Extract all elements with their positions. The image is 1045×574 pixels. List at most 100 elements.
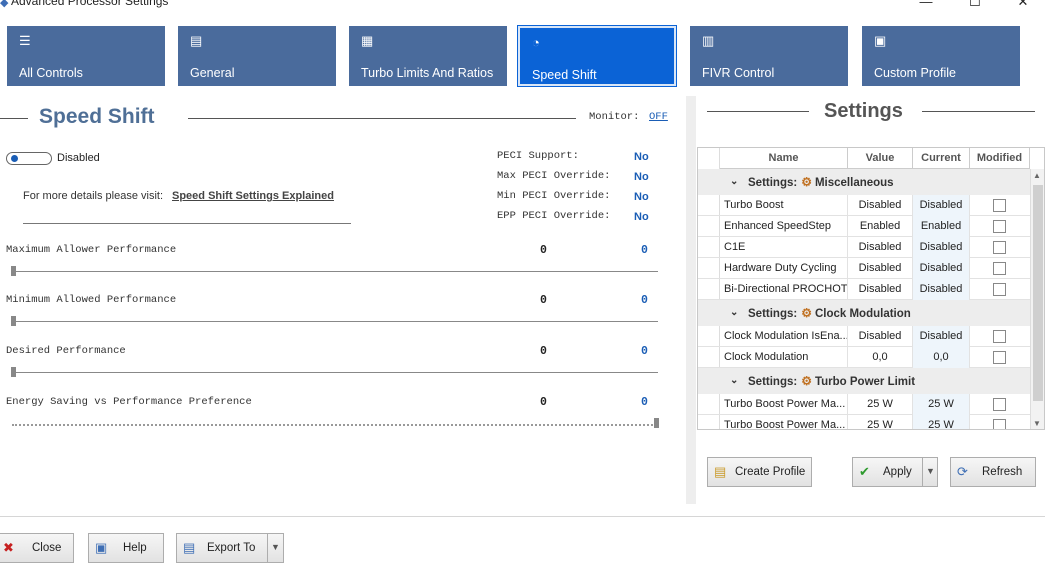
chevron-down-icon[interactable]: ⌄: [730, 169, 738, 195]
table-row[interactable]: Clock Modulation IsEna... Disabled Disable…: [698, 326, 1030, 347]
modified-checkbox[interactable]: [993, 199, 1006, 212]
setting-name: Enhanced SpeedStep: [724, 216, 848, 237]
close-window-button[interactable]: ✕: [1003, 0, 1043, 10]
table-row[interactable]: Hardware Duty Cycling Disabled Disabled: [698, 258, 1030, 279]
refresh-icon: ⟳: [957, 464, 968, 479]
peci-value: No: [634, 211, 649, 223]
setting-value[interactable]: Disabled: [848, 326, 913, 347]
group-header[interactable]: ⌄ Settings: ⚙ Clock Modulation: [698, 300, 1030, 326]
modified-checkbox[interactable]: [993, 398, 1006, 411]
slider-thumb[interactable]: [11, 367, 16, 377]
slider-label: Minimum Allowed Performance: [6, 294, 177, 306]
group-header[interactable]: ⌄ Settings: ⚙ Turbo Power Limit: [698, 368, 1030, 394]
column-header-current[interactable]: Current: [913, 148, 970, 169]
close-icon: ✖: [3, 540, 14, 555]
tab-speed-shift[interactable]: ◔ Speed Shift: [517, 25, 677, 87]
close-button[interactable]: ✖ Close: [0, 533, 74, 563]
slider-track[interactable]: [12, 372, 658, 373]
setting-value[interactable]: Disabled: [848, 237, 913, 258]
settings-grid: Name Value Current Modified ⌄ Settings: ⚙ M…: [697, 147, 1045, 430]
setting-value[interactable]: Disabled: [848, 195, 913, 216]
monitor-toggle-link[interactable]: OFF: [649, 111, 668, 123]
setting-modified: [970, 279, 1030, 300]
slider-label: Desired Performance: [6, 345, 126, 357]
setting-value[interactable]: 25 W: [848, 394, 913, 415]
setting-value[interactable]: 25 W: [848, 415, 913, 429]
group-title: Settings: ⚙ Turbo Power Limit: [748, 368, 915, 395]
speed-shift-toggle[interactable]: [6, 152, 52, 165]
slider-track[interactable]: [12, 321, 658, 322]
setting-value[interactable]: Enabled: [848, 216, 913, 237]
export-icon: ▤: [183, 540, 196, 555]
slider-track[interactable]: [12, 424, 656, 427]
slider-track[interactable]: [12, 271, 658, 272]
chevron-down-icon[interactable]: ⌄: [730, 368, 738, 394]
monitor-label: Monitor:: [589, 111, 640, 123]
setting-modified: [970, 258, 1030, 279]
divider: [23, 223, 351, 224]
setting-modified: [970, 326, 1030, 347]
table-row[interactable]: C1E Disabled Disabled: [698, 237, 1030, 258]
setting-current: Disabled: [913, 195, 970, 216]
setting-value[interactable]: Disabled: [848, 279, 913, 300]
setting-value[interactable]: Disabled: [848, 258, 913, 279]
modified-checkbox[interactable]: [993, 351, 1006, 364]
group-title: Settings: ⚙ Clock Modulation: [748, 300, 911, 327]
group-header[interactable]: ⌄ Settings: ⚙ Miscellaneous: [698, 169, 1030, 195]
slider-thumb[interactable]: [11, 316, 16, 326]
table-row[interactable]: Turbo Boost Power Ma... 25 W 25 W: [698, 415, 1030, 429]
tab-custom-profile[interactable]: ▣ Custom Profile: [862, 26, 1020, 86]
create-profile-button[interactable]: ▤ Create Profile: [707, 457, 812, 487]
help-button[interactable]: ▣ Help: [88, 533, 164, 563]
chevron-down-icon[interactable]: ⌄: [730, 300, 738, 326]
group-title: Settings: ⚙ Miscellaneous: [748, 169, 894, 196]
profile-icon: ▣: [874, 33, 887, 48]
apply-label: Apply: [883, 466, 912, 478]
table-row[interactable]: Clock Modulation 0,0 0,0: [698, 347, 1030, 368]
section-divider: [0, 118, 28, 119]
tab-turbo-limits-and-ratios[interactable]: ▦ Turbo Limits And Ratios: [349, 26, 507, 86]
tab-all-controls[interactable]: ☰ All Controls: [7, 26, 165, 86]
setting-name: Clock Modulation IsEna...: [724, 326, 848, 347]
modified-checkbox[interactable]: [993, 220, 1006, 233]
slider-value: 0: [540, 244, 547, 257]
export-button[interactable]: ▤ Export To ▼: [176, 533, 284, 563]
setting-name: Hardware Duty Cycling: [724, 258, 848, 279]
modified-checkbox[interactable]: [993, 262, 1006, 275]
tab-general[interactable]: ▤ General: [178, 26, 336, 86]
grid-scrollbar[interactable]: ▲ ▼: [1030, 169, 1044, 429]
group-prefix: Settings:: [748, 376, 798, 388]
scroll-down-icon[interactable]: ▼: [1033, 419, 1041, 428]
tab-label: FIVR Control: [702, 66, 775, 80]
chip-icon: ▥: [702, 33, 715, 48]
apply-button[interactable]: ✔ Apply ▼: [852, 457, 938, 487]
modified-checkbox[interactable]: [993, 241, 1006, 254]
maximize-button[interactable]: ☐: [955, 0, 995, 10]
scroll-thumb[interactable]: [1033, 185, 1043, 401]
scroll-up-icon[interactable]: ▲: [1033, 171, 1041, 180]
setting-modified: [970, 195, 1030, 216]
column-header-name[interactable]: Name: [720, 148, 848, 169]
document-icon: ▤: [190, 33, 203, 48]
slider-thumb[interactable]: [654, 418, 659, 428]
column-header-value[interactable]: Value: [848, 148, 913, 169]
modified-checkbox[interactable]: [993, 419, 1006, 429]
modified-checkbox[interactable]: [993, 283, 1006, 296]
minimize-button[interactable]: —: [906, 0, 946, 10]
slider-thumb[interactable]: [11, 266, 16, 276]
apply-dropdown-icon[interactable]: ▼: [922, 458, 938, 486]
refresh-button[interactable]: ⟳ Refresh: [950, 457, 1036, 487]
modified-checkbox[interactable]: [993, 330, 1006, 343]
table-row[interactable]: Bi-Directional PROCHOT Disabled Disabled: [698, 279, 1030, 300]
tab-fivr-control[interactable]: ▥ FIVR Control: [690, 26, 848, 86]
export-dropdown-icon[interactable]: ▼: [267, 534, 283, 562]
table-row[interactable]: Turbo Boost Disabled Disabled: [698, 195, 1030, 216]
group-name: Clock Modulation: [814, 308, 911, 320]
setting-name: C1E: [724, 237, 848, 258]
setting-value[interactable]: 0,0: [848, 347, 913, 368]
refresh-label: Refresh: [982, 466, 1023, 478]
table-row[interactable]: Turbo Boost Power Ma... 25 W 25 W: [698, 394, 1030, 415]
details-link[interactable]: Speed Shift Settings Explained: [172, 190, 334, 202]
table-row[interactable]: Enhanced SpeedStep Enabled Enabled: [698, 216, 1030, 237]
column-header-modified[interactable]: Modified: [970, 148, 1030, 169]
